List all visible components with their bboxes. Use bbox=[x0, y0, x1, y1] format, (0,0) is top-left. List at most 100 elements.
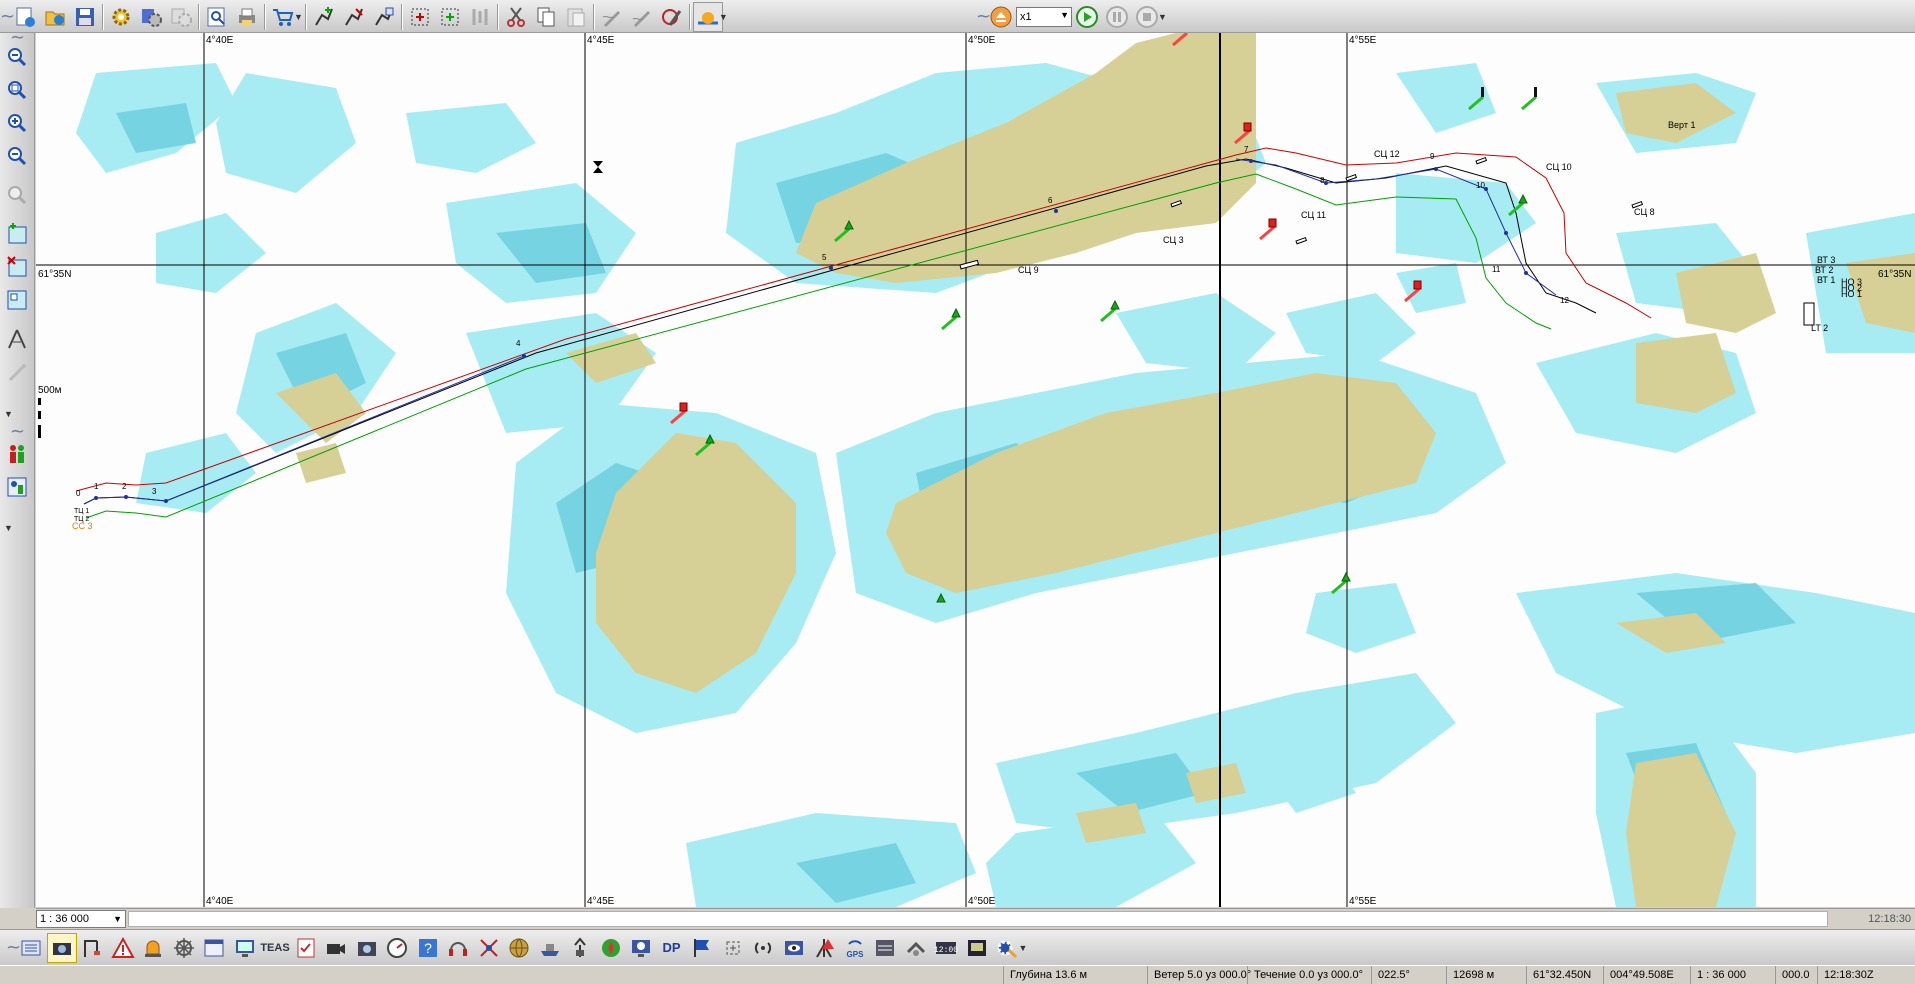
fire-icon[interactable] bbox=[596, 933, 626, 963]
waypoint[interactable] bbox=[1249, 159, 1253, 163]
zoom-factor-select[interactable]: x1 ▼ bbox=[1016, 6, 1072, 27]
gps-button[interactable]: GPS bbox=[840, 933, 870, 963]
helm-icon[interactable] bbox=[169, 933, 199, 963]
play-icon[interactable] bbox=[1072, 2, 1102, 32]
signal-icon[interactable] bbox=[748, 933, 778, 963]
sync-icon[interactable] bbox=[718, 933, 748, 963]
draw-icon[interactable] bbox=[657, 2, 687, 32]
toolbar-grip-icon[interactable]: ~ bbox=[976, 6, 991, 27]
add-chart-icon[interactable] bbox=[3, 220, 31, 248]
warning-icon[interactable] bbox=[108, 933, 138, 963]
video-camera-icon[interactable] bbox=[321, 933, 351, 963]
settings-gear-2-icon[interactable] bbox=[136, 2, 166, 32]
teas-button[interactable]: TEAS bbox=[260, 933, 290, 963]
dp-button[interactable]: DP bbox=[657, 933, 687, 963]
open-file-icon[interactable] bbox=[40, 2, 70, 32]
clock-icon[interactable]: 12:00 bbox=[931, 933, 961, 963]
monitor-icon[interactable] bbox=[626, 933, 656, 963]
flag-icon[interactable] bbox=[687, 933, 717, 963]
crane-icon[interactable] bbox=[77, 933, 107, 963]
alarm-light-icon[interactable] bbox=[138, 933, 168, 963]
depth-readout: Глубина 13.6 м bbox=[1003, 966, 1099, 984]
waypoint[interactable] bbox=[1054, 209, 1058, 213]
puzzle-2-icon[interactable] bbox=[435, 2, 465, 32]
puzzle-icon[interactable] bbox=[405, 2, 435, 32]
zoom-minus-icon[interactable] bbox=[3, 142, 31, 170]
camera-icon[interactable] bbox=[46, 932, 77, 963]
ruler-icon[interactable] bbox=[3, 325, 31, 353]
eye-icon[interactable] bbox=[779, 933, 809, 963]
chevron-down-icon[interactable]: ▼ bbox=[1158, 12, 1167, 22]
route-edit-icon[interactable] bbox=[339, 2, 369, 32]
tools-2-icon[interactable] bbox=[992, 933, 1022, 963]
zoom-out-icon[interactable] bbox=[3, 43, 31, 71]
ship-icon[interactable] bbox=[535, 933, 565, 963]
lat-label: 61°35N bbox=[38, 269, 71, 280]
radar-icon[interactable] bbox=[474, 933, 504, 963]
headset-icon[interactable] bbox=[443, 933, 473, 963]
help-icon[interactable]: ? bbox=[413, 933, 443, 963]
waypoint[interactable] bbox=[124, 495, 128, 499]
gauge-icon[interactable] bbox=[382, 933, 412, 963]
remove-chart-icon[interactable] bbox=[3, 253, 31, 281]
toolbar-grip-icon[interactable]: ~ bbox=[10, 421, 25, 442]
layers-icon[interactable] bbox=[16, 933, 46, 963]
save-file-icon[interactable] bbox=[70, 2, 100, 32]
route-add-icon[interactable] bbox=[309, 2, 339, 32]
route-copy-icon[interactable] bbox=[369, 2, 399, 32]
waypoint[interactable] bbox=[522, 354, 526, 358]
pen-2-icon[interactable] bbox=[627, 2, 657, 32]
utc-time-readout: 12:18:30Z bbox=[1817, 966, 1915, 984]
antenna-icon[interactable] bbox=[565, 933, 595, 963]
settings-gear-icon[interactable] bbox=[106, 2, 136, 32]
eject-icon[interactable] bbox=[986, 2, 1016, 32]
chevron-down-icon[interactable]: ▼ bbox=[4, 409, 13, 419]
status-empty bbox=[0, 966, 1003, 984]
measure-icon bbox=[3, 358, 31, 386]
scale-bar: 1 : 36 000 ▼ 12:18:30 bbox=[36, 908, 1915, 929]
bottom-toolbar: ~ TEAS ? DP GPS 12:00 ▼ bbox=[0, 929, 1915, 965]
current-readout: Течение 0.0 уз 000.0° bbox=[1247, 966, 1371, 984]
copy-icon[interactable] bbox=[531, 2, 561, 32]
people-2-icon[interactable] bbox=[3, 473, 31, 501]
print-icon[interactable] bbox=[232, 2, 262, 32]
chart-catalog-icon[interactable] bbox=[3, 286, 31, 314]
globe-icon[interactable] bbox=[504, 933, 534, 963]
route-number: 8 bbox=[1320, 176, 1325, 185]
ais-icon[interactable] bbox=[870, 933, 900, 963]
waypoint[interactable] bbox=[164, 499, 168, 503]
people-icon[interactable] bbox=[3, 440, 31, 468]
waypoint[interactable] bbox=[94, 496, 98, 500]
toolbar-grip-icon[interactable]: ~ bbox=[0, 6, 15, 27]
nautical-chart[interactable]: 4°40E 4°45E 4°50E 4°55E 4°40E 4°45E 4°50… bbox=[36, 33, 1915, 907]
waypoint[interactable] bbox=[1324, 181, 1328, 185]
photo-icon[interactable] bbox=[352, 933, 382, 963]
scissors-icon[interactable] bbox=[501, 2, 531, 32]
pump-icon[interactable] bbox=[901, 933, 931, 963]
scale-slider[interactable] bbox=[128, 911, 1828, 927]
waypoint[interactable] bbox=[1434, 167, 1438, 171]
chevron-down-icon[interactable]: ▼ bbox=[4, 523, 13, 533]
gps-alert-icon[interactable] bbox=[809, 933, 839, 963]
toolbar-grip-icon[interactable]: ~ bbox=[6, 937, 21, 958]
display-icon[interactable] bbox=[230, 933, 260, 963]
pen-icon[interactable] bbox=[597, 2, 627, 32]
chevron-down-icon[interactable]: ▼ bbox=[294, 12, 303, 22]
object-label: СЦ 3 bbox=[1163, 235, 1184, 245]
camera-2-icon[interactable] bbox=[962, 933, 992, 963]
chevron-down-icon[interactable]: ▼ bbox=[719, 12, 728, 22]
waypoint[interactable] bbox=[1524, 271, 1528, 275]
chart-canvas[interactable]: 4°40E 4°45E 4°50E 4°55E 4°40E 4°45E 4°50… bbox=[36, 33, 1915, 907]
chevron-down-icon[interactable]: ▼ bbox=[1019, 943, 1028, 953]
waypoint[interactable] bbox=[829, 266, 833, 270]
zoom-in-icon[interactable] bbox=[3, 76, 31, 104]
window-icon[interactable] bbox=[199, 933, 229, 963]
wind-readout: Ветер 5.0 уз 000.0° bbox=[1147, 966, 1253, 984]
object-label: НО 1 bbox=[1841, 289, 1862, 299]
depth-scale-bar bbox=[38, 419, 41, 425]
waypoint[interactable] bbox=[1504, 231, 1508, 235]
zoom-plus-icon[interactable] bbox=[3, 109, 31, 137]
checklist-icon[interactable] bbox=[291, 933, 321, 963]
scale-select[interactable]: 1 : 36 000 ▼ bbox=[36, 910, 126, 928]
find-icon[interactable] bbox=[202, 2, 232, 32]
